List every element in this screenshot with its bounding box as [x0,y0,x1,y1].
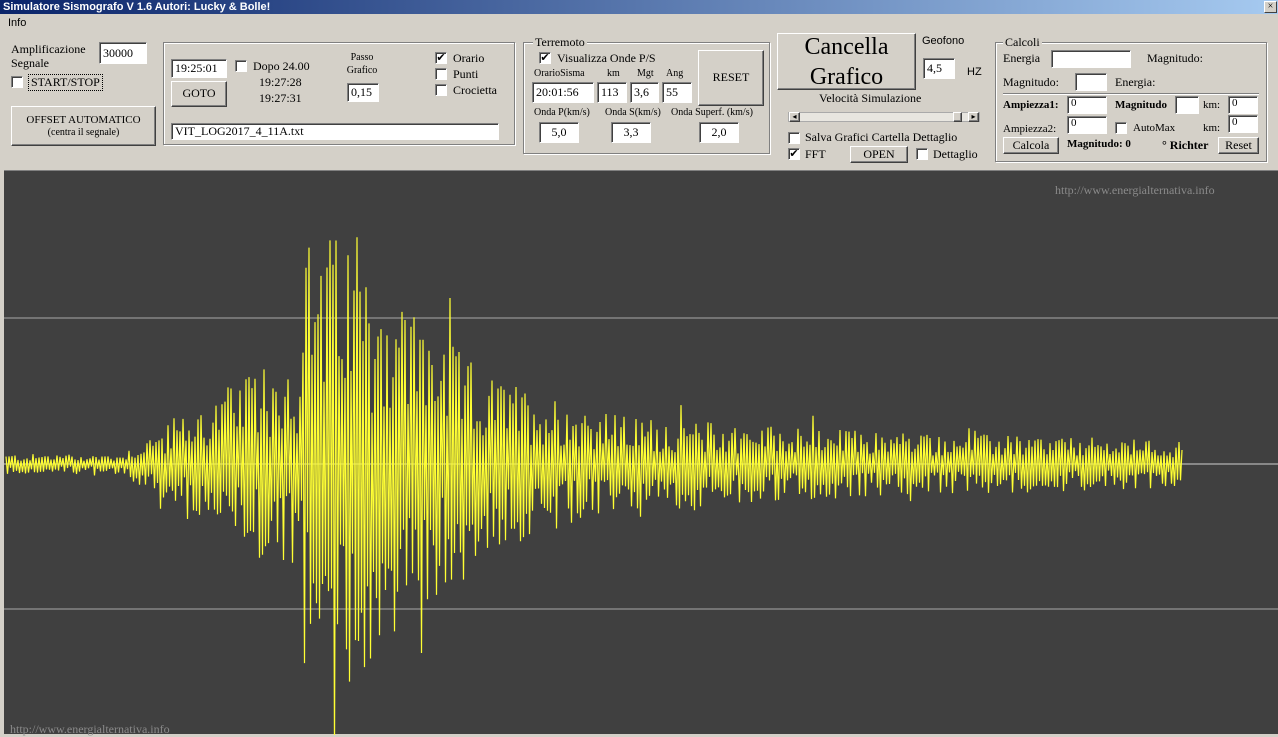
onda-p-input[interactable]: 5,0 [539,122,579,143]
magnitudo-result: Magnitudo: 0 [1067,138,1131,150]
start-stop-label: START/STOP [28,74,103,91]
close-button[interactable]: × [1264,1,1277,13]
km2-input[interactable]: 0 [1228,115,1258,133]
ang-header: Ang [666,68,684,79]
visualizza-label: Visualizza Onde P/S [557,51,656,65]
salva-checkbox[interactable] [788,132,800,144]
energia2-label: Energia: [1115,75,1156,89]
magnitudo-label: Magnitudo: [1147,51,1203,65]
cancella-line2: Grafico [809,63,884,90]
dettaglio-label: Dettaglio [933,147,978,161]
calcola-button[interactable]: Calcola [1003,137,1059,154]
seismograph-canvas [4,237,1278,735]
salva-label: Salva Grafici Cartella Dettaglio [805,130,958,144]
automax-checkbox[interactable] [1115,122,1127,134]
calcoli-reset-button[interactable]: Reset [1218,137,1259,154]
calcoli-divider [1003,93,1259,95]
amplification-label: Amplificazione Segnale [11,42,86,70]
time-input[interactable]: 19:25:01 [171,59,227,78]
dopo-checkbox[interactable] [235,60,247,72]
file-input[interactable]: VIT_LOG2017_4_11A.txt [171,123,499,140]
onda-s-label: Onda S(km/s) [605,107,661,118]
passo-label: Passo Grafico [346,51,378,77]
orario-checkbox[interactable]: ✔ [435,52,447,64]
onda-s-input[interactable]: 3,3 [611,122,651,143]
window-title: Simulatore Sismografo V 1.6 Autori: Luck… [3,1,271,13]
richter-label: ° Richter [1162,138,1209,152]
mgt-input[interactable]: 3,6 [630,82,659,103]
hz-label: HZ [967,66,982,78]
punti-label: Punti [453,67,479,81]
passo-line1: Passo [350,52,374,63]
orario-sisma-input[interactable]: 20:01:56 [532,82,594,103]
fft-checkbox[interactable]: ✔ [788,148,800,160]
slider-thumb[interactable] [952,112,962,122]
ampiezza2-input[interactable]: 0 [1067,116,1107,134]
crocietta-label: Crocietta [453,83,497,97]
offset-label: OFFSET AUTOMATICO [26,114,141,127]
km1-label: km: [1203,99,1221,111]
seismic-trace [5,237,1183,735]
time-end: 19:27:31 [259,91,302,105]
energia-input[interactable] [1051,50,1131,68]
amplification-input[interactable]: 30000 [99,42,147,64]
onda-p-label: Onda P(km/s) [534,107,590,118]
km-header: km [607,68,620,79]
offset-automatico-button[interactable]: OFFSET AUTOMATICO (centra il segnale) [11,106,156,146]
terremoto-legend: Terremoto [533,35,587,50]
velocita-slider[interactable]: ◂ ▸ [788,112,980,122]
magnitudo-b-label: Magnitudo [1115,99,1167,111]
onda-sup-input[interactable]: 2,0 [699,122,739,143]
onda-sup-label: Onda Superf. (km/s) [671,107,753,118]
ang-input[interactable]: 55 [662,82,692,103]
fft-label: FFT [805,147,826,161]
punti-checkbox[interactable] [435,68,447,80]
geofono-input[interactable]: 4,5 [923,58,955,79]
dettaglio-checkbox[interactable] [916,148,928,160]
automax-label: AutoMax [1133,122,1176,134]
cancella-grafico-button[interactable]: Cancella Grafico [777,33,916,90]
goto-button[interactable]: GOTO [171,81,227,107]
ampiezza1-input[interactable]: 0 [1067,96,1107,114]
passo-line2: Grafico [346,65,378,76]
passo-input[interactable]: 0,15 [347,83,379,102]
magnitudo2-label: Magnitudo: [1003,75,1059,89]
slider-right-arrow[interactable]: ▸ [968,112,979,122]
menu-info[interactable]: Info [8,17,26,29]
open-button[interactable]: OPEN [850,146,908,163]
calcoli-legend: Calcoli [1003,35,1042,50]
ampiezza1-label: Ampiezza1: [1003,99,1059,111]
magnitudo2-input[interactable] [1075,73,1107,91]
velocita-label: Velocità Simulazione [819,91,922,105]
seismograph-plot[interactable]: http://www.energialternativa.info http:/… [4,170,1278,736]
time-start: 19:27:28 [259,75,302,89]
dopo-label: Dopo 24.00 [253,59,310,73]
ampiezza2-label: Ampiezza2: [1003,123,1057,135]
geofono-label: Geofono [922,35,965,47]
crocietta-checkbox[interactable] [435,84,447,96]
mgt-header: Mgt [637,68,654,79]
visualizza-checkbox[interactable]: ✔ [539,52,551,64]
watermark-top: http://www.energialternativa.info [1055,183,1215,197]
terremoto-reset-button[interactable]: RESET [698,50,764,106]
offset-sublabel: (centra il segnale) [47,126,120,138]
window-title-bar: Simulatore Sismografo V 1.6 Autori: Luck… [0,0,1278,14]
energia-label: Energia [1003,51,1041,65]
km2-label: km: [1203,122,1221,134]
slider-left-arrow[interactable]: ◂ [789,112,800,122]
magnitudo-b-input[interactable] [1175,96,1199,114]
menu-bar: Info [0,14,1278,34]
cancella-line1: Cancella [804,33,889,60]
start-stop-checkbox[interactable] [11,76,23,88]
orario-sisma-header: OrarioSisma [534,68,585,79]
km1-input[interactable]: 0 [1228,96,1258,114]
orario-label: Orario [453,51,485,65]
watermark-bottom: http://www.energialternativa.info [10,722,170,736]
km-input[interactable]: 113 [597,82,627,103]
